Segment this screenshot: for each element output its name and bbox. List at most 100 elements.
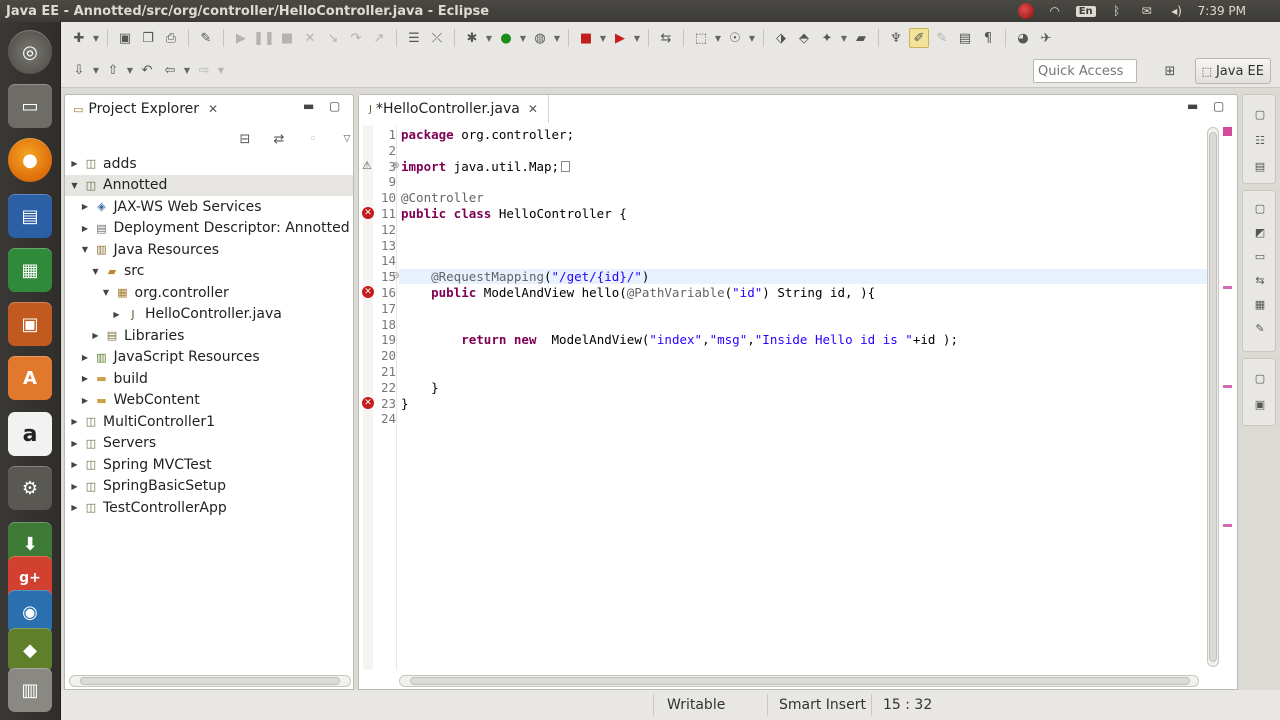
- tree-item[interactable]: ▶ ▤ Libraries: [65, 325, 353, 346]
- skip-breakpoints-icon[interactable]: ⤫: [427, 28, 447, 48]
- code-line[interactable]: [399, 143, 401, 158]
- dash-home-icon[interactable]: ◎: [8, 30, 52, 74]
- step-return-icon[interactable]: ↗: [369, 28, 389, 48]
- calc-icon[interactable]: ▦: [8, 248, 52, 292]
- external-tools-icon[interactable]: ▶: [610, 28, 630, 48]
- ant-icon[interactable]: ✈: [1036, 28, 1056, 48]
- markers-icon[interactable]: ◩: [1253, 225, 1267, 239]
- servers-icon[interactable]: ⇆: [656, 28, 676, 48]
- servers-view-icon[interactable]: ⇆: [1253, 273, 1267, 287]
- toggle-breadcrumb-icon[interactable]: ♆: [886, 28, 906, 48]
- collapsed-arrow-icon[interactable]: ▶: [69, 159, 80, 168]
- save-icon[interactable]: ▣: [115, 28, 135, 48]
- code-line[interactable]: public ModelAndView hello(@PathVariable(…: [399, 285, 875, 300]
- collapsed-arrow-icon[interactable]: ▶: [69, 460, 80, 469]
- mark-occurrences-icon[interactable]: ✐: [909, 28, 929, 48]
- block-selection-icon[interactable]: ✎: [932, 28, 952, 48]
- session-indicator-icon[interactable]: [1017, 3, 1034, 19]
- stop-dropdown-icon[interactable]: ▼: [599, 34, 607, 43]
- toggle-comment-icon[interactable]: ☰: [404, 28, 424, 48]
- project-explorer-tab[interactable]: ▭ Project Explorer ✕: [65, 95, 226, 123]
- back-icon[interactable]: ⇦: [160, 61, 180, 81]
- code-line[interactable]: return new ModelAndView("index","msg","I…: [399, 332, 958, 347]
- error-marker-icon[interactable]: ✕: [362, 286, 374, 298]
- restore-icon[interactable]: ▢: [1253, 107, 1267, 121]
- overview-error-summary[interactable]: [1223, 127, 1232, 136]
- new-class-dropdown-icon[interactable]: ▼: [748, 34, 756, 43]
- step-into-icon[interactable]: ↘: [323, 28, 343, 48]
- tree-item[interactable]: ▶ J HelloController.java: [65, 304, 353, 325]
- overview-error-mark[interactable]: [1223, 523, 1232, 527]
- tree-item[interactable]: ▼ ▰ src: [65, 261, 353, 282]
- mail-icon[interactable]: ✉: [1138, 3, 1156, 19]
- tree-item[interactable]: ▶ ◫ adds: [65, 153, 353, 174]
- keyboard-layout-indicator[interactable]: En: [1075, 5, 1096, 17]
- collapsed-arrow-icon[interactable]: ▶: [90, 331, 101, 340]
- resume-icon[interactable]: ▶: [231, 28, 251, 48]
- collapsed-arrow-icon[interactable]: ▶: [80, 202, 91, 211]
- last-edit-location-icon[interactable]: ↶: [137, 61, 157, 81]
- collapsed-arrow-icon[interactable]: ▶: [80, 396, 91, 405]
- expanded-arrow-icon[interactable]: ▼: [69, 181, 80, 190]
- expanded-arrow-icon[interactable]: ▼: [80, 245, 91, 254]
- new-web-icon[interactable]: ⬚: [691, 28, 711, 48]
- code-line[interactable]: [399, 301, 401, 316]
- coverage-dropdown-icon[interactable]: ▼: [553, 34, 561, 43]
- quick-access-input[interactable]: [1033, 59, 1137, 83]
- tree-item[interactable]: ▼ ◫ Annotted: [65, 174, 353, 196]
- stop-server-icon[interactable]: ■: [576, 28, 596, 48]
- code-line[interactable]: }: [399, 380, 439, 395]
- new-class-icon[interactable]: ☉: [725, 28, 745, 48]
- next-annotation-icon[interactable]: ⇩: [69, 61, 89, 81]
- external-tools-dropdown-icon[interactable]: ▼: [633, 34, 641, 43]
- code-line[interactable]: [399, 222, 401, 237]
- scrollbar-thumb[interactable]: [410, 677, 1190, 685]
- disconnect-icon[interactable]: ✕: [300, 28, 320, 48]
- console-icon[interactable]: ▣: [1253, 397, 1267, 411]
- step-over-icon[interactable]: ↷: [346, 28, 366, 48]
- code-line[interactable]: @Controller: [399, 190, 484, 205]
- maximize-view-icon[interactable]: ▢: [329, 99, 340, 113]
- impress-icon[interactable]: ▣: [8, 302, 52, 346]
- link-with-editor-icon[interactable]: ⇄: [269, 129, 289, 149]
- tree-item[interactable]: ▶ ▤ Deployment Descriptor: Annotted: [65, 218, 353, 239]
- code-line[interactable]: [399, 411, 401, 426]
- restore-icon[interactable]: ▢: [1253, 201, 1267, 215]
- tree-item[interactable]: ▶ ▬ WebContent: [65, 390, 353, 411]
- new-web-dropdown-icon[interactable]: ▼: [714, 34, 722, 43]
- focus-icon[interactable]: ◦: [303, 129, 323, 149]
- trash-icon[interactable]: ▥: [8, 668, 52, 712]
- run-dropdown-icon[interactable]: ▼: [519, 34, 527, 43]
- data-source-icon[interactable]: ▦: [1253, 297, 1267, 311]
- perspective-java-ee-button[interactable]: ⬚ Java EE: [1194, 58, 1271, 84]
- minimize-editor-icon[interactable]: ▬: [1187, 99, 1198, 113]
- code-line[interactable]: [399, 317, 401, 332]
- tree-item[interactable]: ▶ ◫ TestControllerApp: [65, 497, 353, 518]
- show-whitespace-icon[interactable]: ¶: [978, 28, 998, 48]
- bluetooth-icon[interactable]: ᛒ: [1108, 3, 1126, 19]
- overview-error-mark[interactable]: [1223, 286, 1232, 289]
- code-line[interactable]: package org.controller;: [399, 127, 574, 142]
- collapsed-arrow-icon[interactable]: ▶: [80, 353, 91, 362]
- error-marker-icon[interactable]: ✕: [362, 396, 374, 409]
- snippets-icon[interactable]: ✎: [1253, 321, 1267, 335]
- close-editor-icon[interactable]: ✕: [528, 102, 538, 116]
- code-line[interactable]: import java.util.Map;: [399, 159, 571, 174]
- view-menu-icon[interactable]: ▽: [337, 129, 357, 149]
- amazon-icon[interactable]: a: [8, 412, 52, 456]
- settings-icon[interactable]: ⚙: [8, 466, 52, 510]
- close-view-icon[interactable]: ✕: [208, 102, 218, 116]
- collapsed-arrow-icon[interactable]: ▶: [80, 374, 91, 383]
- previous-annotation-icon[interactable]: ⇧: [103, 61, 123, 81]
- web-browser-icon[interactable]: ◕: [1013, 28, 1033, 48]
- outline-icon[interactable]: ☷: [1253, 133, 1267, 147]
- software-center-icon[interactable]: A: [8, 356, 52, 400]
- previous-annotation-dropdown-icon[interactable]: ▼: [126, 66, 134, 75]
- restore-icon[interactable]: ▢: [1253, 371, 1267, 385]
- overview-ruler[interactable]: [1221, 125, 1235, 670]
- files-icon[interactable]: ▭: [8, 84, 52, 128]
- terminate-icon[interactable]: ■: [277, 28, 297, 48]
- tree-item[interactable]: ▶ ▥ JavaScript Resources: [65, 347, 353, 368]
- debug-icon[interactable]: ✱: [462, 28, 482, 48]
- suspend-icon[interactable]: ❚❚: [253, 28, 275, 48]
